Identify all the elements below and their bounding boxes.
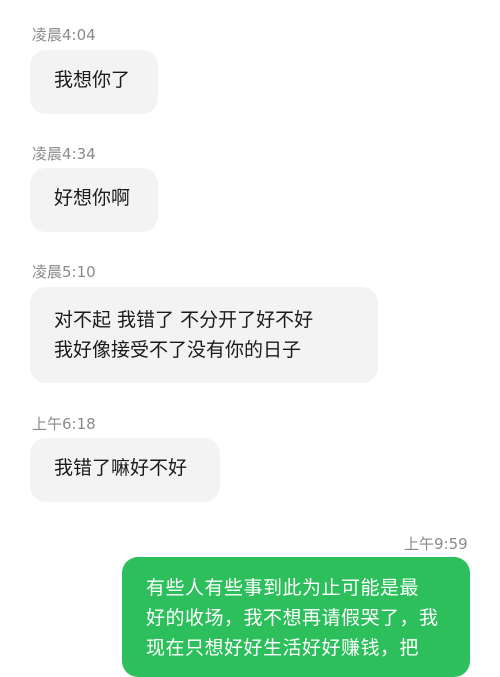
outgoing-message-bubble[interactable]: 有些人有些事到此为止可能是最 好的收场，我不想再请假哭了，我 现在只想好好生活好…: [122, 557, 470, 677]
incoming-message-bubble[interactable]: 对不起 我错了 不分开了好不好 我好像接受不了没有你的日子: [30, 287, 378, 383]
incoming-message-bubble[interactable]: 好想你啊: [30, 168, 158, 232]
message-text-line: 有些人有些事到此为止可能是最: [146, 577, 420, 599]
message-text-line: 好的收场，我不想再请假哭了，我: [146, 607, 439, 629]
message-timestamp: 凌晨5:10: [32, 263, 96, 281]
message-timestamp: 上午9:59: [404, 535, 468, 553]
message-text: 我想你了: [54, 69, 131, 91]
message-text-line: 我好像接受不了没有你的日子: [54, 339, 302, 361]
incoming-message-bubble[interactable]: 我想你了: [30, 50, 158, 114]
message-text: 我错了嘛好不好: [54, 457, 188, 479]
message-timestamp: 凌晨4:04: [32, 26, 96, 44]
chat-thread: 凌晨4:04 我想你了 凌晨4:34 好想你啊 凌晨5:10 对不起 我错了 不…: [0, 0, 500, 677]
incoming-message-bubble[interactable]: 我错了嘛好不好: [30, 438, 220, 502]
message-timestamp: 上午6:18: [32, 415, 96, 433]
message-text: 好想你啊: [54, 187, 131, 209]
message-text-line: 对不起 我错了 不分开了好不好: [54, 309, 314, 331]
message-text-line: 现在只想好好生活好好赚钱，把: [146, 637, 420, 659]
message-timestamp: 凌晨4:34: [32, 145, 96, 163]
